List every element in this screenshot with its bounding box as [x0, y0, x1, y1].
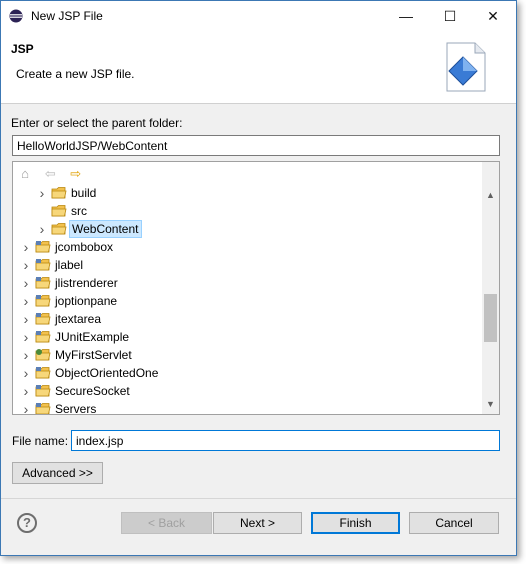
project-folder-icon	[35, 276, 51, 290]
tree-item[interactable]: src	[13, 202, 481, 220]
page-description: Create a new JSP file.	[16, 67, 135, 81]
advanced-button[interactable]: Advanced >>	[12, 462, 103, 484]
tree-item-label: jcombobox	[55, 240, 114, 254]
scrollbar-thumb[interactable]	[484, 294, 497, 342]
expand-arrow-icon[interactable]: ›	[21, 328, 31, 346]
folder-tree[interactable]: ⌂ ⇦ ⇨ › build src › WebContent › jcombobox › jla…	[12, 161, 500, 415]
project-folder-icon	[35, 258, 51, 272]
tree-item[interactable]: › jcombobox	[13, 238, 481, 256]
close-button[interactable]: ✕	[471, 1, 515, 31]
tree-item-label: joptionpane	[55, 294, 118, 308]
project-folder-icon	[35, 330, 51, 344]
parent-folder-input[interactable]: HelloWorldJSP/WebContent	[12, 135, 500, 156]
tree-item[interactable]: › WebContent	[13, 220, 481, 238]
cancel-button[interactable]: Cancel	[409, 512, 499, 534]
tree-item[interactable]: › MyFirstServlet	[13, 346, 481, 364]
tree-item[interactable]: › jlistrenderer	[13, 274, 481, 292]
minimize-button[interactable]: —	[384, 1, 428, 31]
wizard-header: JSP Create a new JSP file.	[1, 31, 516, 104]
home-icon[interactable]: ⌂	[17, 166, 33, 182]
tree-item-label: src	[71, 204, 87, 218]
tree-item[interactable]: › ObjectOrientedOne	[13, 364, 481, 382]
page-title: JSP	[11, 42, 34, 56]
tree-item[interactable]: › jtextarea	[13, 310, 481, 328]
forward-icon[interactable]: ⇨	[68, 166, 84, 182]
help-icon[interactable]: ?	[17, 513, 37, 533]
tree-item-label: Servers	[55, 402, 97, 415]
expand-arrow-icon[interactable]: ›	[21, 292, 31, 310]
new-jsp-file-dialog: New JSP File — ☐ ✕ JSP Create a new JSP …	[0, 0, 517, 556]
tree-item[interactable]: › Servers	[13, 400, 481, 415]
tree-toolbar: ⌂ ⇦ ⇨	[17, 166, 90, 184]
tree-item-label: JUnitExample	[55, 330, 130, 344]
parent-folder-label: Enter or select the parent folder:	[11, 116, 183, 130]
tree-item[interactable]: › jlabel	[13, 256, 481, 274]
expand-arrow-icon[interactable]: ›	[21, 274, 31, 292]
expand-arrow-icon[interactable]: ›	[21, 310, 31, 328]
tree-vertical-scrollbar[interactable]: ▲ ▼	[482, 162, 499, 414]
scroll-down-arrow-icon[interactable]: ▼	[482, 396, 499, 413]
expand-arrow-icon[interactable]: ›	[21, 346, 31, 364]
expand-arrow-icon[interactable]: ›	[21, 400, 31, 414]
tree-rows: › build src › WebContent › jcombobox › jlabel › jl…	[13, 184, 481, 415]
expand-arrow-icon[interactable]: ›	[21, 364, 31, 382]
jsp-file-wizard-icon	[446, 42, 486, 92]
tree-item-label: jlabel	[55, 258, 84, 272]
eclipse-icon	[9, 9, 23, 23]
back-icon[interactable]: ⇦	[42, 166, 58, 182]
project-folder-icon	[35, 312, 51, 326]
expand-arrow-icon[interactable]: ›	[21, 256, 31, 274]
tree-item-label: jlistrenderer	[55, 276, 118, 290]
next-button[interactable]: Next >	[213, 512, 302, 534]
maximize-button[interactable]: ☐	[428, 1, 472, 31]
tree-item-label: jtextarea	[55, 312, 102, 326]
tree-item-label: WebContent	[69, 220, 142, 238]
project-folder-icon	[35, 402, 51, 414]
project-folder-icon	[35, 384, 51, 398]
tree-item-label: SecureSocket	[55, 384, 130, 398]
finish-button[interactable]: Finish	[311, 512, 400, 534]
expand-arrow-icon[interactable]: ›	[37, 184, 47, 202]
scroll-up-arrow-icon[interactable]: ▲	[482, 187, 499, 204]
button-bar-separator	[1, 498, 516, 499]
file-name-label: File name:	[12, 434, 69, 448]
expand-arrow-icon[interactable]: ›	[37, 220, 47, 238]
tree-item[interactable]: › SecureSocket	[13, 382, 481, 400]
back-button[interactable]: < Back	[121, 512, 212, 534]
folder-icon	[51, 222, 67, 236]
tree-item[interactable]: › joptionpane	[13, 292, 481, 310]
expand-arrow-icon[interactable]: ›	[21, 238, 31, 256]
tree-item[interactable]: › build	[13, 184, 481, 202]
folder-icon	[51, 204, 67, 218]
project-folder-icon	[35, 240, 51, 254]
tree-item-label: ObjectOrientedOne	[55, 366, 159, 380]
project-folder-icon	[35, 348, 51, 362]
tree-item-label: MyFirstServlet	[55, 348, 132, 362]
file-name-input[interactable]: index.jsp	[71, 430, 500, 451]
project-folder-icon	[35, 366, 51, 380]
title-bar: New JSP File — ☐ ✕	[1, 1, 516, 31]
expand-arrow-icon[interactable]: ›	[21, 382, 31, 400]
window-title: New JSP File	[31, 9, 103, 23]
folder-icon	[51, 186, 67, 200]
tree-item[interactable]: › JUnitExample	[13, 328, 481, 346]
tree-item-label: build	[71, 186, 97, 200]
project-folder-icon	[35, 294, 51, 308]
